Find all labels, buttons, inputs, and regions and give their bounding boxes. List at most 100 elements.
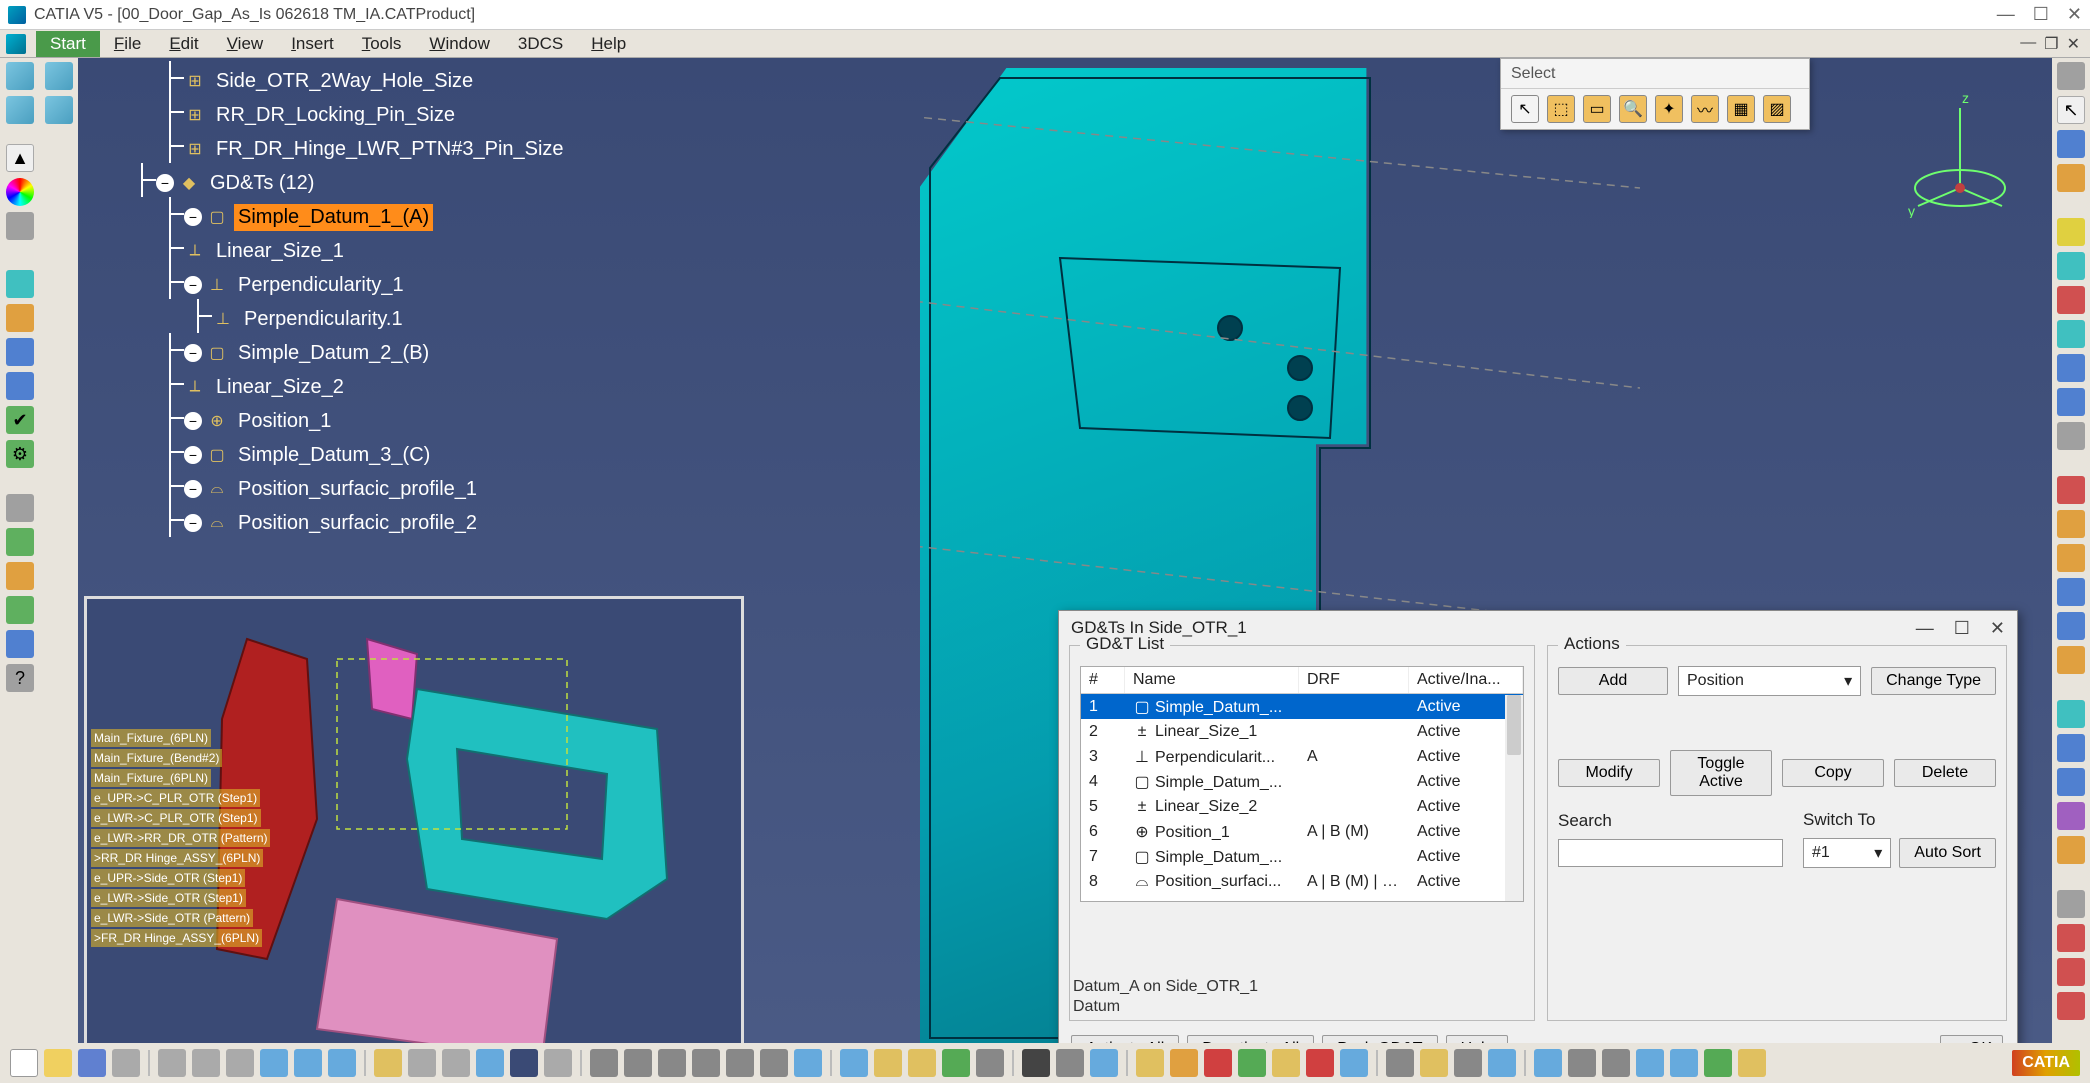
- tree-item[interactable]: −⊥Perpendicularity_1: [100, 268, 700, 302]
- menu-edit[interactable]: Edit: [155, 31, 212, 57]
- b19-icon[interactable]: [1488, 1049, 1516, 1077]
- zoomin-icon[interactable]: [692, 1049, 720, 1077]
- select-paint-icon[interactable]: ▦: [1727, 95, 1755, 123]
- expander-icon[interactable]: −: [184, 514, 202, 532]
- b18-icon[interactable]: [1454, 1049, 1482, 1077]
- expander-icon[interactable]: −: [184, 480, 202, 498]
- b17-icon[interactable]: [1420, 1049, 1448, 1077]
- dialog-titlebar[interactable]: GD&Ts In Side_OTR_1 — ☐ ✕: [1059, 611, 2017, 645]
- b4-icon[interactable]: [874, 1049, 902, 1077]
- view-icon-2[interactable]: [45, 96, 73, 124]
- copy-icon[interactable]: [192, 1049, 220, 1077]
- tree-item[interactable]: −⌓Position_surfacic_profile_2: [100, 506, 700, 540]
- modify-button[interactable]: Modify: [1558, 759, 1660, 787]
- tree-item[interactable]: −▢Simple_Datum_3_(C): [100, 438, 700, 472]
- menu-insert[interactable]: Insert: [277, 31, 348, 57]
- help-button[interactable]: Help: [1446, 1035, 1509, 1043]
- expander-icon[interactable]: −: [184, 412, 202, 430]
- b23-icon[interactable]: [1636, 1049, 1664, 1077]
- select-chain-icon[interactable]: ▨: [1763, 95, 1791, 123]
- dialog-maximize-button[interactable]: ☐: [1954, 618, 1970, 639]
- b8-icon[interactable]: [1090, 1049, 1118, 1077]
- type-select[interactable]: Position▾: [1678, 666, 1861, 696]
- ok-button[interactable]: OK: [1940, 1035, 2003, 1043]
- switch-to-select[interactable]: #1▾: [1803, 838, 1891, 868]
- deactivate-all-button[interactable]: Deactivate All: [1187, 1035, 1314, 1043]
- menu-window[interactable]: Window: [415, 31, 503, 57]
- isoview-icon[interactable]: [840, 1049, 868, 1077]
- camera-icon[interactable]: [1022, 1049, 1050, 1077]
- redo-icon[interactable]: [294, 1049, 322, 1077]
- b1-icon[interactable]: [408, 1049, 436, 1077]
- search-input[interactable]: [1558, 839, 1783, 867]
- b9-icon[interactable]: [1136, 1049, 1164, 1077]
- whatsthis-icon[interactable]: [328, 1049, 356, 1077]
- zoomout-icon[interactable]: [726, 1049, 754, 1077]
- maximize-button[interactable]: ☐: [2033, 4, 2049, 25]
- select-lasso-icon[interactable]: 〰: [1691, 95, 1719, 123]
- tree-item[interactable]: −⊕Position_1: [100, 404, 700, 438]
- assembly-icon[interactable]: [6, 96, 34, 124]
- minimize-button[interactable]: —: [1997, 4, 2015, 25]
- grid-row[interactable]: 7▢Simple_Datum_...Active: [1081, 844, 1523, 869]
- select-rect-icon[interactable]: ▭: [1583, 95, 1611, 123]
- expander-icon[interactable]: −: [184, 344, 202, 362]
- grid-row[interactable]: 1▢Simple_Datum_...Active: [1081, 694, 1523, 719]
- expander-icon[interactable]: −: [184, 208, 202, 226]
- col-name[interactable]: Name: [1125, 667, 1299, 693]
- compass-icon[interactable]: z y: [1900, 88, 2020, 218]
- menu-tools[interactable]: Tools: [348, 31, 416, 57]
- tool-icon-4[interactable]: [6, 494, 34, 522]
- activate-all-button[interactable]: Activate All: [1071, 1035, 1179, 1043]
- b5-icon[interactable]: [908, 1049, 936, 1077]
- expander-icon[interactable]: −: [184, 446, 202, 464]
- cut-icon[interactable]: [158, 1049, 186, 1077]
- new-icon[interactable]: [10, 1049, 38, 1077]
- grid-row[interactable]: 9⌓Position_surfaci...A | B (M) | C ...Ac…: [1081, 894, 1523, 898]
- grid-row[interactable]: 5±Linear_Size_2Active: [1081, 794, 1523, 819]
- b6-icon[interactable]: [942, 1049, 970, 1077]
- tree-item[interactable]: −▢Simple_Datum_2_(B): [100, 336, 700, 370]
- b26-icon[interactable]: [1738, 1049, 1766, 1077]
- select-zoom-icon[interactable]: 🔍: [1619, 95, 1647, 123]
- grid-row[interactable]: 4▢Simple_Datum_...Active: [1081, 769, 1523, 794]
- inset-view[interactable]: Main_Fixture_(6PLN)Main_Fixture_(Bend#2)…: [84, 596, 744, 1043]
- spec-tree[interactable]: ⊞Side_OTR_2Way_Hole_Size⊞RR_DR_Locking_P…: [100, 58, 700, 540]
- tree-item[interactable]: −⌓Position_surfacic_profile_1: [100, 472, 700, 506]
- tree-item[interactable]: ⟂Linear_Size_1: [100, 234, 700, 268]
- tree-item[interactable]: ⊥Perpendicularity.1: [100, 302, 700, 336]
- gdt-grid[interactable]: # Name DRF Active/Ina... 1▢Simple_Datum_…: [1080, 666, 1524, 902]
- b15-icon[interactable]: [1340, 1049, 1368, 1077]
- push-gdt-button[interactable]: Push GD&T: [1322, 1035, 1437, 1043]
- grid-row[interactable]: 2±Linear_Size_1Active: [1081, 719, 1523, 744]
- check-icon[interactable]: ✔: [6, 406, 34, 434]
- tool-icon-3[interactable]: [6, 338, 34, 366]
- help-icon[interactable]: ?: [6, 664, 34, 692]
- grid-row[interactable]: 6⊕Position_1A | B (M)Active: [1081, 819, 1523, 844]
- tool-icon-5[interactable]: [6, 528, 34, 556]
- box-icon[interactable]: [6, 212, 34, 240]
- b7-icon[interactable]: [1056, 1049, 1084, 1077]
- toggle-active-button[interactable]: Toggle Active: [1670, 750, 1772, 796]
- grid-row[interactable]: 8⌓Position_surfaci...A | B (M) | C ...Ac…: [1081, 869, 1523, 894]
- col-active[interactable]: Active/Ina...: [1409, 667, 1523, 693]
- menu-file[interactable]: File: [100, 31, 155, 57]
- part-icon[interactable]: [6, 62, 34, 90]
- clock-icon[interactable]: [510, 1049, 538, 1077]
- gear-icon[interactable]: ⚙: [6, 440, 34, 468]
- save-icon[interactable]: [78, 1049, 106, 1077]
- mdi-close[interactable]: ✕: [2067, 34, 2080, 54]
- expander-icon[interactable]: −: [184, 276, 202, 294]
- menu-3dcs[interactable]: 3DCS: [504, 31, 577, 57]
- b11-icon[interactable]: [1204, 1049, 1232, 1077]
- flag-icon[interactable]: ▲: [6, 144, 34, 172]
- print-icon[interactable]: [112, 1049, 140, 1077]
- dialog-close-button[interactable]: ✕: [1990, 618, 2005, 639]
- select-arrow-icon[interactable]: ↖: [1511, 95, 1539, 123]
- paste-icon[interactable]: [226, 1049, 254, 1077]
- tool-icon-1[interactable]: [6, 270, 34, 298]
- b13-icon[interactable]: [1272, 1049, 1300, 1077]
- b3-icon[interactable]: [544, 1049, 572, 1077]
- b20-icon[interactable]: [1534, 1049, 1562, 1077]
- dialog-minimize-button[interactable]: —: [1916, 618, 1934, 639]
